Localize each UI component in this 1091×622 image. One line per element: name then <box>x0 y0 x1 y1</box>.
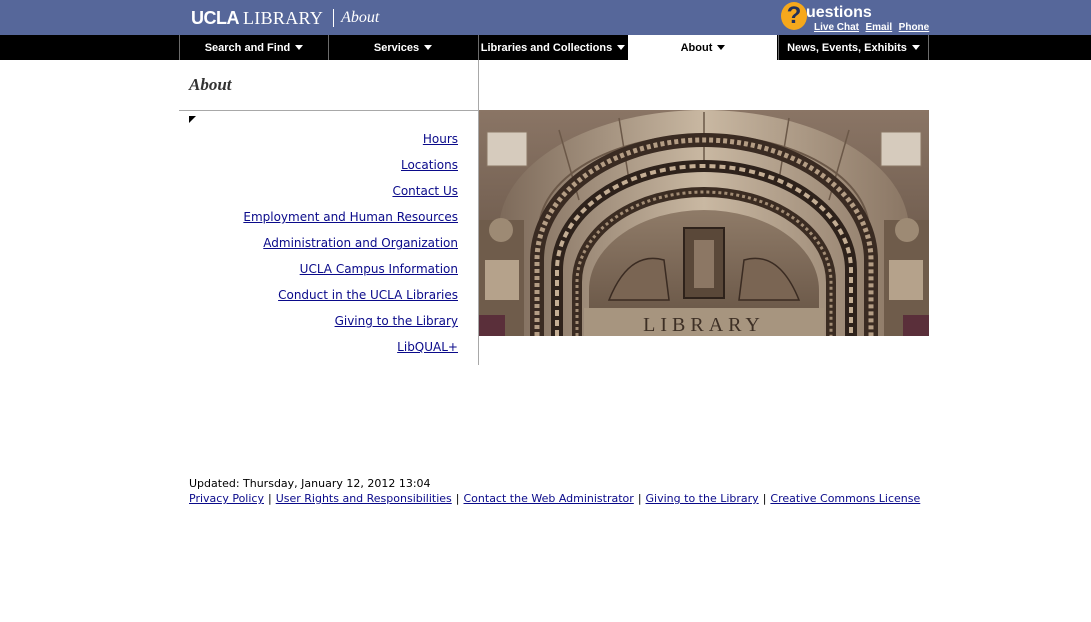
page-title: About <box>189 75 232 94</box>
phone-link[interactable]: Phone <box>899 22 930 33</box>
about-links-list: Hours Locations Contact Us Employment an… <box>180 130 458 364</box>
caret-down-icon <box>295 45 304 50</box>
separator: | <box>455 492 460 505</box>
logo-library-text: LIBRARY <box>243 7 324 28</box>
nav-about[interactable]: About <box>628 35 777 60</box>
live-chat-link[interactable]: Live Chat <box>814 22 859 33</box>
hero-inscription: LIBRARY <box>643 314 765 336</box>
horizontal-divider <box>179 110 479 111</box>
question-mark-icon[interactable]: ? <box>781 2 807 30</box>
footer-links: Privacy Policy | User Rights and Responsib… <box>189 491 920 506</box>
section-name: About <box>341 9 380 26</box>
nav-news-events-exhibits[interactable]: News, Events, Exhibits <box>778 35 929 60</box>
nav-label: News, Events, Exhibits <box>787 41 907 54</box>
link-locations[interactable]: Locations <box>180 156 458 182</box>
email-link[interactable]: Email <box>866 22 893 33</box>
nav-search-and-find[interactable]: Search and Find <box>179 35 328 60</box>
contact-web-admin-link[interactable]: Contact the Web Administrator <box>464 492 634 505</box>
separator: | <box>762 492 767 505</box>
ucla-library-logo[interactable]: UCLA LIBRARY About <box>191 7 379 29</box>
caret-down-icon <box>617 45 626 50</box>
questions-links: Live Chat Email Phone <box>814 22 932 33</box>
nav-label: Libraries and Collections <box>480 41 613 54</box>
user-rights-link[interactable]: User Rights and Responsibilities <box>276 492 452 505</box>
link-libqual[interactable]: LibQUAL+ <box>180 338 458 364</box>
caret-down-icon <box>911 45 920 50</box>
nav-label: Services <box>373 41 420 54</box>
separator: | <box>267 492 272 505</box>
caret-down-icon <box>717 45 726 50</box>
link-employment[interactable]: Employment and Human Resources <box>180 208 458 234</box>
logo-ucla-text: UCLA <box>191 7 240 28</box>
caret-down-icon <box>424 45 433 50</box>
questions-widget: ? uestions Live Chat Email Phone <box>780 1 930 35</box>
link-administration[interactable]: Administration and Organization <box>180 234 458 260</box>
questions-title: uestions <box>806 4 872 21</box>
logo-divider <box>333 9 335 27</box>
main-nav: Search and Find Services Libraries and C… <box>0 35 1091 60</box>
header-band: UCLA LIBRARY About ? uestions Live Chat … <box>0 0 1091 35</box>
nav-libraries-and-collections[interactable]: Libraries and Collections <box>478 35 627 60</box>
link-contact-us[interactable]: Contact Us <box>180 182 458 208</box>
last-updated: Updated: Thursday, January 12, 2012 13:0… <box>189 477 431 490</box>
link-giving[interactable]: Giving to the Library <box>180 312 458 338</box>
nav-label: About <box>680 41 713 54</box>
library-archway-image: LIBRARY <box>479 110 929 336</box>
page-footer: Updated: Thursday, January 12, 2012 13:0… <box>189 476 920 506</box>
privacy-policy-link[interactable]: Privacy Policy <box>189 492 264 505</box>
creative-commons-link[interactable]: Creative Commons License <box>770 492 920 505</box>
separator: | <box>637 492 642 505</box>
nav-services[interactable]: Services <box>328 35 477 60</box>
link-hours[interactable]: Hours <box>180 130 458 156</box>
link-campus-information[interactable]: UCLA Campus Information <box>180 260 458 286</box>
link-conduct[interactable]: Conduct in the UCLA Libraries <box>180 286 458 312</box>
giving-link[interactable]: Giving to the Library <box>646 492 759 505</box>
nav-label: Search and Find <box>204 41 291 54</box>
corner-triangle-icon <box>189 116 196 123</box>
